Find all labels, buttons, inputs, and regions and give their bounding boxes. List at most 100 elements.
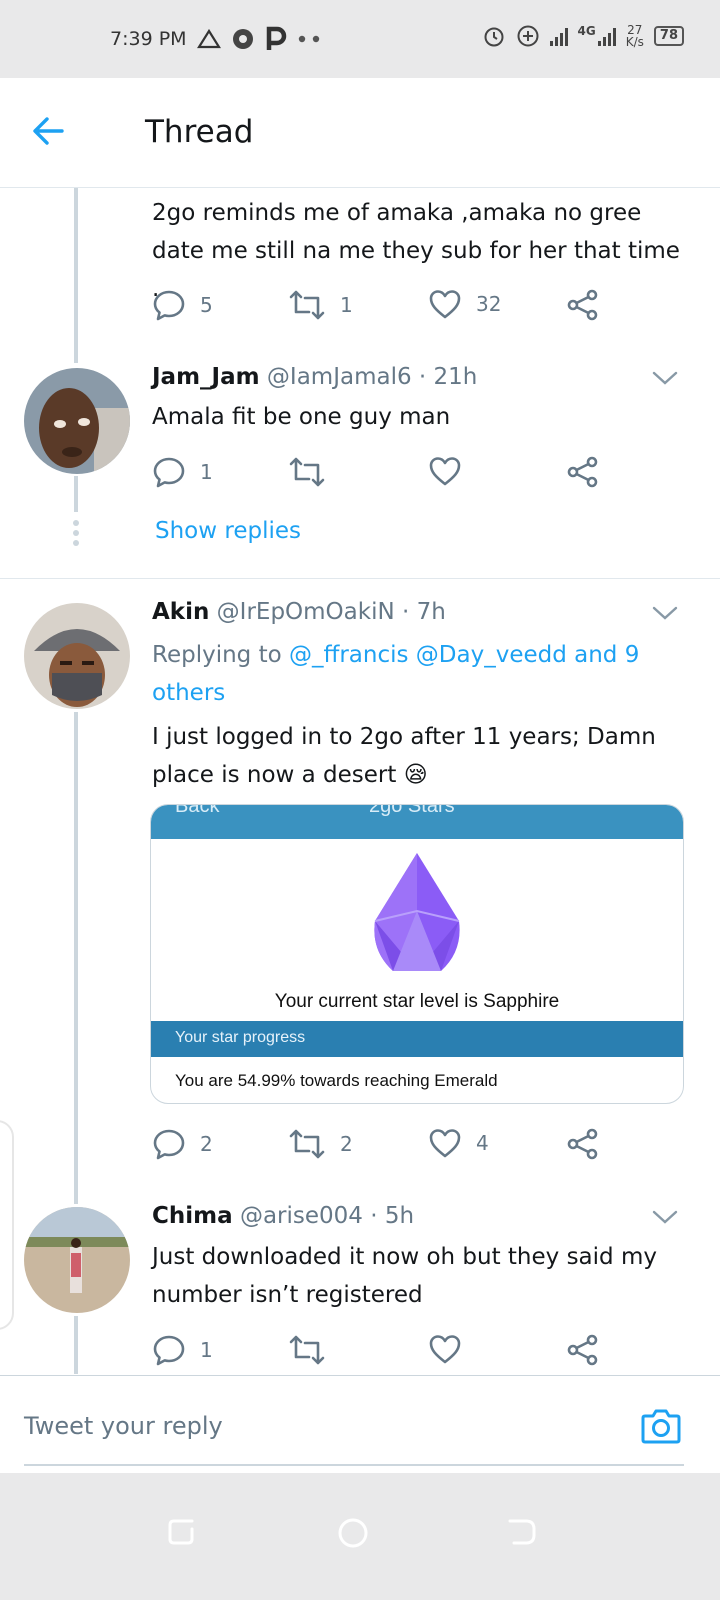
author-handle[interactable]: @IamJamal6 [267, 364, 412, 390]
reply-composer: Tweet your reply [0, 1375, 720, 1473]
battery-icon: 78 [653, 26, 684, 46]
reply-count: 5 [200, 293, 213, 317]
reply-button[interactable]: 2 [152, 1127, 213, 1161]
tweet-time: · 5h [370, 1203, 415, 1229]
back-icon[interactable] [506, 1517, 538, 1547]
add-circle-icon [517, 25, 539, 47]
tweet-text: I just logged in to 2go after 11 years; … [152, 724, 656, 788]
share-button[interactable] [566, 1333, 600, 1367]
status-time: 7:39 PM [110, 28, 187, 50]
chevron-down-icon[interactable] [652, 1209, 678, 1225]
share-icon [567, 289, 598, 321]
media-card[interactable]: Back 2go Stars Your current star level i… [150, 804, 684, 1104]
card-progress-text: You are 54.99% towards reaching Emerald [175, 1071, 498, 1090]
thread-dots [73, 520, 79, 550]
replying-prefix: Replying to [152, 642, 282, 668]
tweet-text: Just downloaded it now oh but they said … [152, 1244, 657, 1308]
system-nav-bar [0, 1473, 720, 1600]
tweet-actions: 1 [152, 1333, 612, 1367]
card-top-title: 2go Stars [369, 804, 455, 817]
reply-icon [153, 290, 185, 321]
reply-button[interactable]: 5 [152, 288, 213, 322]
reply-count: 1 [200, 460, 213, 484]
reply-icon [153, 1129, 185, 1160]
retweet-button[interactable] [288, 1333, 340, 1367]
more-dots-icon [298, 35, 319, 43]
thread-line [74, 188, 78, 363]
like-button[interactable]: 4 [428, 1127, 489, 1159]
heart-icon [429, 290, 461, 319]
avatar[interactable] [24, 368, 130, 474]
card-back-label: Back [175, 804, 220, 817]
card-level-text: Your current star level is Sapphire [274, 991, 560, 1012]
author-name[interactable]: Chima [152, 1203, 233, 1229]
tweet-actions: 2 2 4 [152, 1127, 612, 1161]
alarm-icon [484, 27, 504, 47]
card-progress-bar: Your star progress [151, 1021, 683, 1057]
avatar[interactable] [24, 603, 130, 709]
net-speed-unit: K/s [625, 35, 644, 49]
retweet-button[interactable]: 1 [288, 288, 353, 322]
share-button[interactable] [566, 455, 600, 489]
page-title: Thread [145, 114, 254, 150]
reply-button[interactable]: 1 [152, 1333, 213, 1367]
author-handle[interactable]: @arise004 [240, 1203, 363, 1229]
retweet-button[interactable]: 2 [288, 1127, 353, 1161]
like-button[interactable] [428, 455, 476, 487]
warning-triangle-icon [196, 29, 221, 49]
chevron-down-icon[interactable] [652, 605, 678, 621]
card-progress-header: Your star progress [175, 1029, 306, 1046]
divider [0, 578, 720, 579]
author-handle[interactable]: @IrEpOmOakiN [217, 599, 395, 625]
camera-icon[interactable] [640, 1406, 682, 1446]
network-type: 4G [577, 24, 596, 38]
heart-icon [429, 1129, 461, 1158]
tweet-meta: Chima @arise004 · 5h [152, 1203, 414, 1229]
tweet-time: · 21h [418, 364, 478, 390]
reply-icon [153, 457, 185, 488]
author-name[interactable]: Jam_Jam [152, 364, 260, 390]
like-button[interactable]: 32 [428, 288, 501, 320]
p-app-icon [266, 26, 286, 50]
retweet-count: 2 [340, 1132, 353, 1156]
app-header: Thread [0, 78, 720, 188]
retweet-icon [289, 1129, 325, 1159]
thread-line [74, 1316, 78, 1374]
share-icon [567, 1334, 598, 1366]
thread-line [74, 712, 78, 1204]
signal-icon [549, 26, 568, 46]
reply-input[interactable]: Tweet your reply [24, 1412, 223, 1440]
show-replies-link[interactable]: Show replies [155, 518, 301, 544]
reply-button[interactable]: 1 [152, 455, 213, 489]
share-button[interactable] [566, 1127, 600, 1161]
retweet-icon [289, 1335, 325, 1365]
status-bar: 7:39 PM 4G 27 K/s 78 [0, 0, 720, 78]
avatar[interactable] [24, 1207, 130, 1313]
author-name[interactable]: Akin [152, 599, 209, 625]
back-button[interactable] [30, 113, 78, 153]
retweet-icon [289, 457, 325, 487]
heart-icon [429, 457, 461, 486]
recents-icon[interactable] [166, 1517, 198, 1547]
like-button[interactable] [428, 1333, 476, 1365]
tweet-actions: 1 [152, 455, 612, 489]
heart-icon [429, 1335, 461, 1364]
edge-panel-handle[interactable] [0, 1120, 14, 1330]
chevron-down-icon[interactable] [652, 370, 678, 386]
share-button[interactable] [566, 288, 600, 322]
like-count: 32 [476, 292, 502, 316]
card-top-bar: Back 2go Stars [151, 805, 683, 839]
replying-to: Replying to @_ffrancis @Day_veedd and 9 … [152, 636, 672, 712]
retweet-button[interactable] [288, 455, 340, 489]
tweet-meta: Akin @IrEpOmOakiN · 7h [152, 599, 446, 625]
reply-count: 2 [200, 1132, 213, 1156]
signal-icon [597, 26, 616, 46]
retweet-count: 1 [340, 293, 353, 317]
share-icon [567, 456, 598, 488]
home-icon[interactable] [337, 1517, 369, 1549]
chrome-icon [232, 29, 253, 49]
like-count: 4 [476, 1131, 489, 1155]
share-icon [567, 1128, 598, 1160]
reply-icon [153, 1335, 185, 1366]
reply-count: 1 [200, 1338, 213, 1362]
